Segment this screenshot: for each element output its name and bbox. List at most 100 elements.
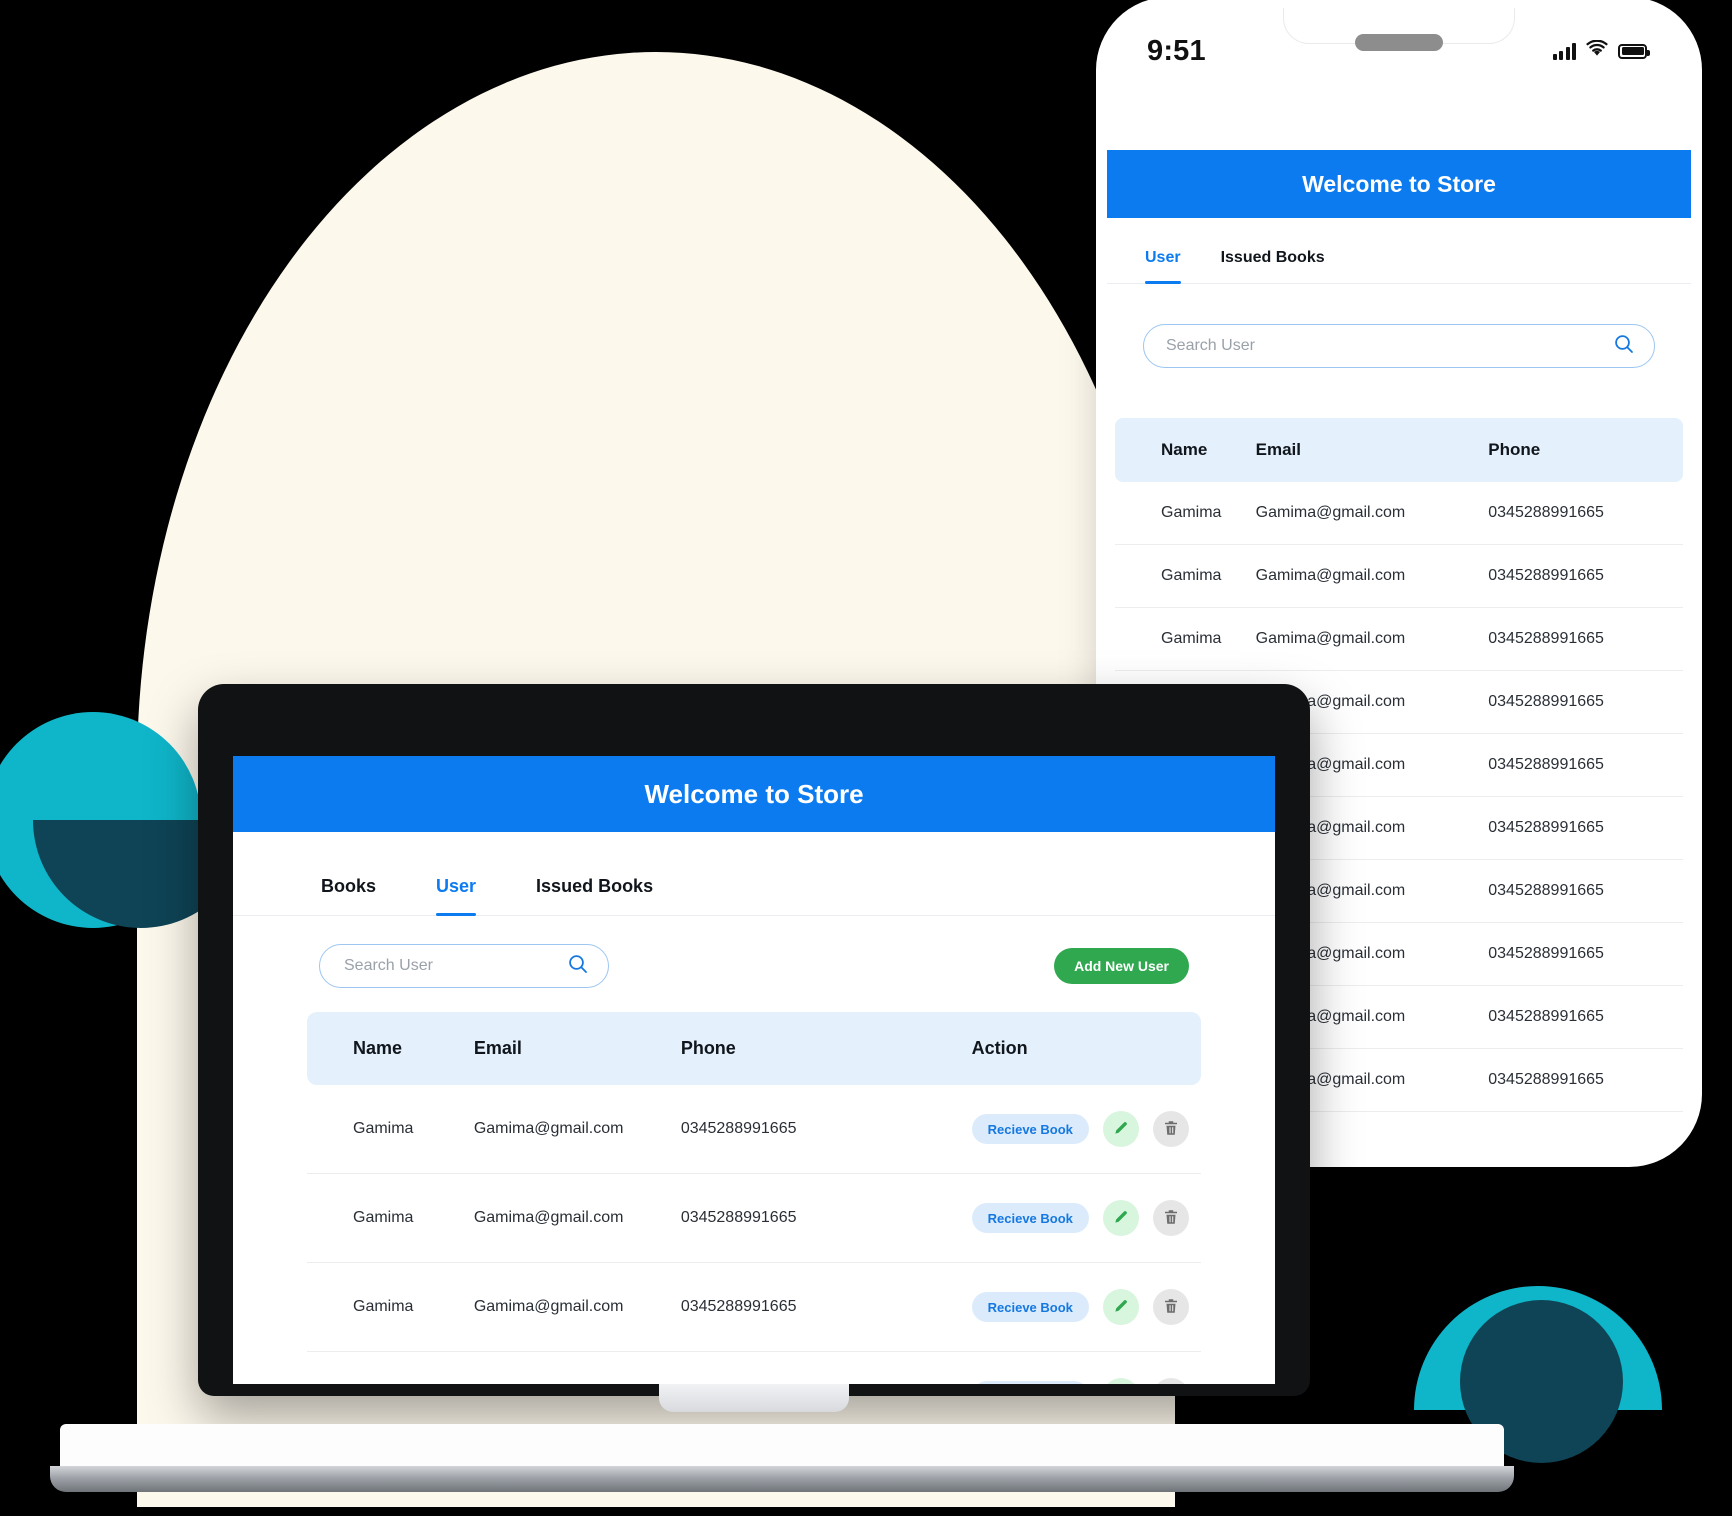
- cell-user-phone: 0345288991665: [1488, 630, 1604, 647]
- cell-user-phone: 0345288991665: [1488, 945, 1604, 962]
- phone-app-title: Welcome to Store: [1302, 170, 1496, 197]
- cell-user-email: Gamima@gmail.com: [1255, 504, 1406, 521]
- trash-icon: [1162, 1297, 1180, 1318]
- column-header-email: Email: [1255, 418, 1489, 482]
- cell-user-name: Gamima: [1161, 567, 1222, 584]
- phone-tab-bar: User Issued Books: [1107, 218, 1691, 284]
- column-header-phone: Phone: [1488, 418, 1683, 482]
- cell-user-email: Gamima@gmail.com: [473, 1298, 624, 1315]
- cell-user-phone: 0345288991665: [1488, 504, 1604, 521]
- laptop-user-table: Name Email Phone Action Gamima Gamima@gma…: [233, 1012, 1275, 1384]
- cell-user-name: Gamima: [307, 1352, 474, 1385]
- tab-user-label: User: [1145, 249, 1181, 266]
- search-input-placeholder: Search User: [344, 957, 433, 974]
- cell-user-email: Gamima@gmail.com: [474, 1352, 681, 1385]
- cell-user-phone: 0345288991665: [680, 1298, 797, 1315]
- cell-user-email: Gamima@gmail.com: [473, 1209, 624, 1226]
- search-icon[interactable]: [1612, 332, 1636, 361]
- edit-user-button[interactable]: [1102, 1289, 1139, 1325]
- tab-user[interactable]: User: [436, 876, 477, 916]
- status-icons: [1552, 39, 1650, 62]
- cell-user-phone: 0345288991665: [680, 1209, 797, 1226]
- cell-user-name: Gamima: [1161, 630, 1222, 647]
- table-row[interactable]: Gamima Gamima@gmail.com 0345288991665: [1115, 545, 1683, 608]
- laptop-mockup: Welcome to Store Books User Issued Books…: [198, 684, 1310, 1420]
- tab-user[interactable]: User: [1145, 249, 1181, 284]
- tab-issued-books-label: Issued Books: [536, 876, 654, 896]
- receive-book-button[interactable]: Recieve Book: [971, 1292, 1089, 1322]
- delete-user-button[interactable]: [1152, 1200, 1189, 1236]
- trash-icon: [1162, 1119, 1180, 1140]
- cell-user-phone: 0345288991665: [1488, 693, 1604, 710]
- wifi-icon: [1586, 39, 1608, 62]
- column-header-name: Name: [1115, 418, 1256, 482]
- column-header-action: Action: [971, 1012, 1201, 1085]
- tab-books[interactable]: Books: [321, 876, 376, 915]
- delete-user-button[interactable]: [1152, 1289, 1189, 1325]
- table-header-row: Name Email Phone Action: [307, 1012, 1201, 1085]
- laptop-base: [50, 1424, 1514, 1500]
- pencil-icon: [1112, 1208, 1130, 1229]
- add-new-user-button[interactable]: Add New User: [1054, 948, 1189, 984]
- pencil-icon: [1112, 1119, 1130, 1140]
- cell-user-phone: 0345288991665: [1488, 1008, 1604, 1025]
- cell-user-phone: 0345288991665: [1488, 1071, 1604, 1088]
- cell-user-name: Gamima: [353, 1120, 414, 1137]
- cell-user-email: Gamima@gmail.com: [1255, 567, 1406, 584]
- cell-user-phone: 0345288991665: [680, 1120, 797, 1137]
- column-header-email: Email: [473, 1012, 681, 1085]
- laptop-base-bottom: [50, 1466, 1514, 1492]
- table-row[interactable]: GamimaGamima@gmail.com0345288991665Recie…: [307, 1263, 1201, 1352]
- table-header-row: Name Email Phone: [1115, 418, 1683, 482]
- laptop-toolbar: Search User Add New User: [233, 936, 1275, 996]
- cell-user-name: Gamima: [1161, 504, 1222, 521]
- trash-icon: [1162, 1208, 1180, 1229]
- table-row[interactable]: GamimaGamima@gmail.com0345288991665Recie…: [307, 1352, 1201, 1385]
- receive-book-button[interactable]: Recieve Book: [971, 1114, 1089, 1144]
- search-input[interactable]: Search User: [1143, 324, 1655, 368]
- delete-user-button[interactable]: [1152, 1378, 1189, 1384]
- receive-book-button[interactable]: Recieve Book: [971, 1381, 1089, 1384]
- cell-user-email: Gamima@gmail.com: [1255, 630, 1406, 647]
- cell-user-phone: 0345288991665: [1488, 567, 1604, 584]
- receive-book-button[interactable]: Recieve Book: [971, 1203, 1089, 1233]
- tab-issued-books-label: Issued Books: [1220, 249, 1325, 266]
- cellular-signal-icon: [1552, 42, 1576, 60]
- decoration-left-circle-group: [0, 712, 249, 928]
- tab-issued-books[interactable]: Issued Books: [1221, 249, 1325, 283]
- pencil-icon: [1112, 1297, 1130, 1318]
- search-icon[interactable]: [566, 952, 590, 981]
- cell-actions: Recieve Book: [971, 1263, 1201, 1352]
- laptop-screen: Welcome to Store Books User Issued Books…: [233, 756, 1275, 1384]
- screenshot-stage: 9:51 Welcome to Store User Issued Books: [0, 0, 1732, 1516]
- edit-user-button[interactable]: [1102, 1378, 1139, 1384]
- edit-user-button[interactable]: [1102, 1200, 1139, 1236]
- phone-search-area: Search User: [1107, 324, 1691, 368]
- laptop-app-title: Welcome to Store: [644, 778, 864, 809]
- cell-user-phone: 0345288991665: [1488, 882, 1604, 899]
- cell-user-phone: 0345288991665: [1488, 819, 1604, 836]
- cell-user-phone: 0345288991665: [681, 1352, 972, 1385]
- tab-issued-books[interactable]: Issued Books: [536, 876, 653, 915]
- column-header-phone: Phone: [680, 1012, 972, 1085]
- delete-user-button[interactable]: [1152, 1111, 1189, 1147]
- table-row[interactable]: GamimaGamima@gmail.com0345288991665Recie…: [307, 1085, 1201, 1174]
- edit-user-button[interactable]: [1102, 1111, 1139, 1147]
- table-row[interactable]: Gamima Gamima@gmail.com 0345288991665: [1115, 608, 1683, 671]
- cell-actions: Recieve Book: [971, 1085, 1201, 1174]
- search-input[interactable]: Search User: [319, 944, 609, 988]
- laptop-tab-bar: Books User Issued Books: [233, 832, 1275, 916]
- search-input-placeholder: Search User: [1166, 337, 1255, 354]
- laptop-base-top: [60, 1424, 1504, 1466]
- laptop-app-header: Welcome to Store: [233, 756, 1275, 832]
- battery-icon: [1618, 43, 1650, 59]
- phone-app-header: Welcome to Store: [1107, 150, 1691, 218]
- tab-user-label: User: [436, 876, 477, 896]
- cell-actions: Recieve Book: [971, 1352, 1201, 1384]
- laptop-hinge-foot: [659, 1384, 849, 1412]
- cell-user-name: Gamima: [353, 1209, 414, 1226]
- table-row[interactable]: Gamima Gamima@gmail.com 0345288991665: [1115, 482, 1683, 545]
- status-time: 9:51: [1147, 34, 1206, 67]
- cell-user-phone: 0345288991665: [1488, 756, 1604, 773]
- table-row[interactable]: Gamima Gamima@gmail.com 0345288991665 Recie…: [307, 1174, 1201, 1263]
